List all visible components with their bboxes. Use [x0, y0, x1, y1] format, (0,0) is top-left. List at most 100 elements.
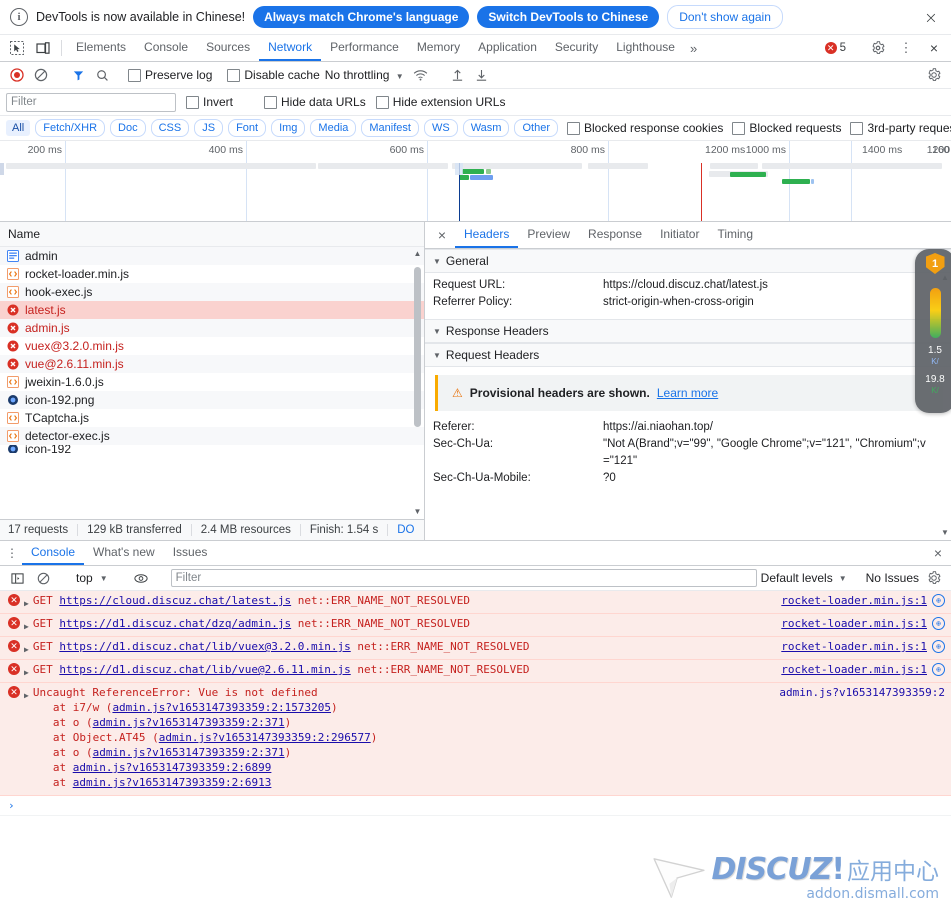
tab-console[interactable]: Console	[135, 35, 197, 61]
request-url-link[interactable]: https://d1.discuz.chat/lib/vuex@3.2.0.mi…	[59, 640, 350, 653]
close-detail-icon[interactable]: ×	[429, 222, 455, 248]
filter-input[interactable]	[6, 93, 176, 112]
gear-icon[interactable]	[865, 41, 891, 55]
tab-memory[interactable]: Memory	[408, 35, 469, 61]
kebab-menu-icon[interactable]: ⋮	[893, 40, 919, 56]
more-tabs-icon[interactable]: »	[684, 35, 703, 61]
scroll-down-icon[interactable]: ▼	[940, 528, 950, 538]
hide-extension-urls-checkbox[interactable]: Hide extension URLs	[376, 95, 506, 109]
detail-tab-headers[interactable]: Headers	[455, 222, 518, 248]
record-icon[interactable]	[6, 64, 28, 86]
console-filter-input[interactable]	[171, 569, 757, 587]
type-filter-js[interactable]: JS	[194, 119, 223, 137]
message-source-link[interactable]: rocket-loader.min.js:1	[781, 616, 927, 631]
scrollbar-thumb[interactable]	[414, 267, 421, 427]
drawer-tab-console[interactable]: Console	[22, 541, 84, 565]
request-url-link[interactable]: https://d1.discuz.chat/dzq/admin.js	[59, 617, 291, 630]
issues-status[interactable]: No Issues	[866, 571, 919, 585]
request-column-header[interactable]: Name	[0, 222, 424, 247]
type-filter-ws[interactable]: WS	[424, 119, 458, 137]
section-general[interactable]: ▼ General	[425, 249, 951, 273]
request-url-link[interactable]: https://cloud.discuz.chat/latest.js	[59, 594, 291, 607]
type-filter-doc[interactable]: Doc	[110, 119, 146, 137]
blocked-requests-checkbox[interactable]: Blocked requests	[732, 121, 841, 135]
live-expression-icon[interactable]	[130, 567, 152, 589]
wifi-icon[interactable]	[410, 64, 432, 86]
clear-console-icon[interactable]	[32, 567, 54, 589]
frame-link[interactable]: admin.js?v1653147393359:2:6899	[73, 761, 272, 774]
invert-checkbox[interactable]: Invert	[186, 95, 233, 109]
type-filter-all[interactable]: All	[6, 120, 30, 136]
close-icon[interactable]: ×	[921, 7, 941, 27]
expand-arrow-icon[interactable]: ▶	[24, 596, 29, 611]
network-globe-icon[interactable]: ⊕	[932, 594, 945, 607]
network-globe-icon[interactable]: ⊕	[932, 640, 945, 653]
tab-lighthouse[interactable]: Lighthouse	[607, 35, 684, 61]
browser-extension-widget[interactable]: 1 1.5 K/ 19.8 K/	[915, 249, 951, 413]
hide-data-urls-checkbox[interactable]: Hide data URLs	[264, 95, 366, 109]
request-row-admin-js[interactable]: admin.js	[0, 319, 424, 337]
disable-cache-checkbox[interactable]: Disable cache	[227, 68, 319, 82]
request-row-latest-js[interactable]: latest.js	[0, 301, 424, 319]
network-globe-icon[interactable]: ⊕	[932, 617, 945, 630]
tab-security[interactable]: Security	[546, 35, 607, 61]
type-filter-other[interactable]: Other	[514, 119, 558, 137]
console-message-network-error-4[interactable]: ✕ ▶ GET https://d1.discuz.chat/lib/vue@2…	[0, 660, 951, 683]
type-filter-media[interactable]: Media	[310, 119, 356, 137]
tab-sources[interactable]: Sources	[197, 35, 259, 61]
request-list[interactable]: admin rocket-loader.min.js hook-exec.js	[0, 247, 424, 519]
request-row-detector-exec[interactable]: detector-exec.js	[0, 427, 424, 445]
type-filter-wasm[interactable]: Wasm	[463, 119, 510, 137]
tab-performance[interactable]: Performance	[321, 35, 408, 61]
expand-arrow-icon[interactable]: ▶	[24, 619, 29, 634]
always-match-language-button[interactable]: Always match Chrome's language	[253, 6, 469, 28]
console-output[interactable]: ✕ ▶ GET https://cloud.discuz.chat/latest…	[0, 591, 951, 909]
device-toolbar-icon[interactable]	[30, 35, 56, 61]
tab-network[interactable]: Network	[259, 35, 321, 61]
detail-tab-preview[interactable]: Preview	[518, 222, 579, 248]
detail-tab-timing[interactable]: Timing	[708, 222, 762, 248]
expand-arrow-icon[interactable]: ▶	[24, 665, 29, 680]
network-overview-timeline[interactable]: 200 ms 400 ms 600 ms 800 ms 1000 ms 1200…	[0, 141, 951, 222]
throttling-select[interactable]: No throttling ▼	[322, 68, 404, 82]
console-sidebar-icon[interactable]	[6, 567, 28, 589]
section-response-headers[interactable]: ▼ Response Headers	[425, 319, 951, 343]
scroll-up-icon[interactable]: ▲	[413, 249, 422, 259]
frame-link[interactable]: admin.js?v1653147393359:2:6913	[73, 776, 272, 789]
execution-context-select[interactable]: top ▼	[73, 571, 111, 585]
network-globe-icon[interactable]: ⊕	[932, 663, 945, 676]
request-row-jweixin[interactable]: jweixin-1.6.0.js	[0, 373, 424, 391]
request-row-admin[interactable]: admin	[0, 247, 424, 265]
expand-arrow-icon[interactable]: ▶	[24, 688, 29, 703]
detail-tab-initiator[interactable]: Initiator	[651, 222, 708, 248]
message-source-link[interactable]: rocket-loader.min.js:1	[781, 662, 927, 677]
preserve-log-checkbox[interactable]: Preserve log	[128, 68, 212, 82]
frame-link[interactable]: admin.js?v1653147393359:2:296577	[159, 731, 371, 744]
drawer-tab-issues[interactable]: Issues	[164, 541, 217, 565]
request-url-link[interactable]: https://d1.discuz.chat/lib/vue@2.6.11.mi…	[59, 663, 350, 676]
type-filter-img[interactable]: Img	[271, 119, 305, 137]
console-prompt[interactable]: ›	[0, 796, 951, 816]
console-settings-gear-icon[interactable]	[923, 567, 945, 589]
request-row-rocket-loader[interactable]: rocket-loader.min.js	[0, 265, 424, 283]
log-levels-select[interactable]: Default levels ▼	[761, 571, 847, 585]
type-filter-manifest[interactable]: Manifest	[361, 119, 419, 137]
search-icon[interactable]	[91, 64, 113, 86]
close-drawer-icon[interactable]: ×	[925, 541, 951, 565]
blocked-response-cookies-checkbox[interactable]: Blocked response cookies	[567, 121, 723, 135]
clear-icon[interactable]	[30, 64, 52, 86]
console-message-uncaught-exception[interactable]: ✕ ▶ Uncaught ReferenceError: Vue is not …	[0, 683, 951, 796]
console-message-network-error-2[interactable]: ✕ ▶ GET https://d1.discuz.chat/dzq/admin…	[0, 614, 951, 637]
request-row-hook-exec[interactable]: hook-exec.js	[0, 283, 424, 301]
request-row-icon-192-partial[interactable]: icon-192	[0, 445, 424, 453]
frame-link[interactable]: admin.js?v1653147393359:2:371	[93, 746, 285, 759]
request-row-icon-192-png[interactable]: icon-192.png	[0, 391, 424, 409]
detail-tab-response[interactable]: Response	[579, 222, 651, 248]
type-filter-font[interactable]: Font	[228, 119, 266, 137]
funnel-icon[interactable]	[67, 64, 89, 86]
frame-link[interactable]: admin.js?v1653147393359:2:371	[93, 716, 285, 729]
message-source-link[interactable]: rocket-loader.min.js:1	[781, 593, 927, 608]
frame-link[interactable]: admin.js?v1653147393359:2:1573205	[112, 701, 331, 714]
request-row-tcaptcha[interactable]: TCaptcha.js	[0, 409, 424, 427]
drawer-tab-whats-new[interactable]: What's new	[84, 541, 164, 565]
